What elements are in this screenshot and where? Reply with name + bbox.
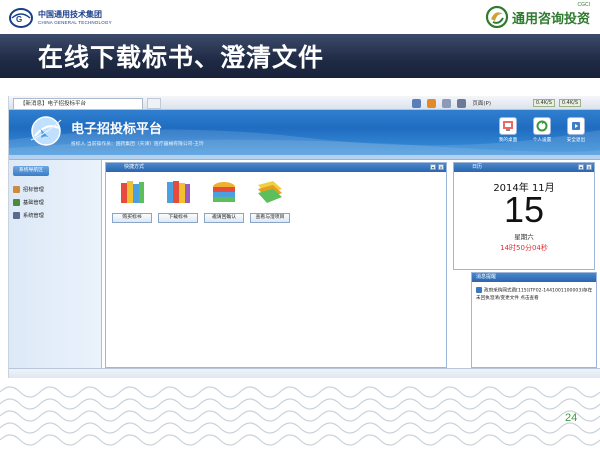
- quick-download-tender[interactable]: 下载标书: [158, 179, 198, 223]
- calendar-title: 日历: [454, 163, 594, 172]
- browser-tools: 页面(P): [412, 97, 491, 109]
- quick-item-label: 下载标书: [158, 213, 198, 223]
- safe-exit-button[interactable]: 安全退出: [563, 117, 589, 149]
- company-logo-left: G 中国通用技术集团 CHINA GENERAL TECHNOLOGY: [8, 6, 112, 30]
- mail-icon[interactable]: [442, 98, 452, 108]
- panel-close-icon[interactable]: ×: [586, 164, 592, 170]
- slide-title-bar: 在线下载标书、澄清文件: [0, 34, 600, 78]
- logo-cn-text: 中国通用技术集团: [38, 9, 102, 19]
- app-header: 电子招投标平台 投标人 当前操作员：国药集团（天津）医疗器械有限公司-王玲 我的…: [9, 110, 600, 155]
- quick-view-clarify[interactable]: 查看与澄项目: [250, 179, 290, 223]
- new-tab-button[interactable]: [147, 98, 161, 109]
- globe-icon: [30, 116, 62, 146]
- quick-item-label: 购买标书: [112, 213, 152, 223]
- people-icon: [13, 186, 20, 193]
- navigation-sidebar: 系统导航区 招标管理 基础管理 系统管理: [9, 160, 102, 378]
- panel-collapse-icon[interactable]: ▾: [578, 164, 584, 170]
- safe-exit-label: 安全退出: [566, 138, 586, 143]
- svg-text:G: G: [16, 15, 22, 24]
- quick-invite-confirm[interactable]: 邀请回确认: [204, 179, 244, 223]
- puzzle-icon: [13, 199, 20, 206]
- speed-down: 0.4K/S: [532, 99, 555, 107]
- logo-right-small: CGCI: [577, 2, 591, 8]
- books-icon: [167, 181, 190, 203]
- books-icon: [121, 181, 144, 203]
- slide: G 中国通用技术集团 CHINA GENERAL TECHNOLOGY 通用咨询…: [0, 0, 600, 450]
- page-number: 24: [565, 412, 578, 424]
- logo-en-text: CHINA GENERAL TECHNOLOGY: [38, 19, 112, 25]
- personal-settings-label: 个人设置: [532, 138, 552, 143]
- globe-logo-icon: G: [9, 8, 33, 28]
- feed-icon[interactable]: [427, 98, 437, 108]
- panel-controls: ▾ ×: [578, 164, 592, 170]
- sidebar-heading: 系统导航区: [13, 166, 49, 176]
- recycle-settings-icon: [533, 117, 551, 135]
- my-desktop-button[interactable]: 我的桌面: [495, 117, 521, 149]
- sidebar-item-system[interactable]: 系统管理: [13, 210, 97, 221]
- calendar-day: 15: [503, 189, 545, 230]
- calendar-time: 14时50分04秒: [500, 244, 548, 252]
- sidebar-item-bidding[interactable]: 招标管理: [13, 184, 97, 195]
- personal-settings-button[interactable]: 个人设置: [529, 117, 555, 149]
- sidebar-item-label: 招标管理: [23, 187, 44, 193]
- print-icon[interactable]: [457, 98, 467, 108]
- message-item[interactable]: 政府采购网式费[115](TF02-1441001100003)存在未回执澄清/…: [476, 287, 594, 302]
- browser-toolbar: 【新消息】电子招投标平台 页面(P) 0.4K/S 0.4K/S: [9, 96, 600, 110]
- sidebar-item-label: 基础管理: [23, 200, 44, 206]
- panel-collapse-icon[interactable]: ▾: [430, 164, 436, 170]
- gear-icon: [13, 212, 20, 219]
- quick-access-title: 快捷方式: [106, 163, 446, 172]
- bottom-status-strip: [9, 368, 600, 378]
- quick-item-label: 查看与澄项目: [250, 213, 290, 223]
- my-desktop-label: 我的桌面: [498, 138, 518, 143]
- message-text: 政府采购网式费[115](TF02-1441001100003)存在未回执澄清/…: [476, 288, 593, 301]
- home-icon[interactable]: [412, 98, 422, 108]
- browser-tab[interactable]: 【新消息】电子招投标平台: [13, 98, 143, 109]
- calendar-panel: 日历 ▾ × 2014年 11月 15 星期六 14时50分04秒: [453, 162, 595, 270]
- page-menu[interactable]: 页面(P): [472, 99, 491, 107]
- exit-icon: [567, 117, 585, 135]
- speed-up: 0.4K/S: [558, 99, 581, 107]
- app-operator-info: 投标人 当前操作员：国药集团（天津）医疗器械有限公司-王玲: [71, 142, 204, 147]
- swirl-logo-icon: [485, 5, 509, 29]
- sidebar-item-label: 系统管理: [23, 213, 44, 219]
- app-title: 电子招投标平台: [71, 122, 163, 137]
- messages-panel: 消息提醒 政府采购网式费[115](TF02-1441001100003)存在未…: [471, 272, 597, 368]
- logo-right-text: 通用咨询投资: [511, 11, 590, 27]
- quick-access-panel: 快捷方式 ▾ × 购买标书 下载标书 邀请回确认 查看与澄项目: [105, 162, 447, 368]
- slide-title: 在线下载标书、澄清文件: [38, 43, 325, 72]
- stacked-folders-icon: [213, 182, 235, 202]
- company-logo-right: 通用咨询投资 CGCI: [485, 2, 591, 30]
- quick-item-label: 邀请回确认: [204, 213, 244, 223]
- browser-screenshot: 【新消息】电子招投标平台 页面(P) 0.4K/S 0.4K/S 电子招投标平台…: [8, 96, 600, 378]
- panel-close-icon[interactable]: ×: [438, 164, 444, 170]
- messages-title: 消息提醒: [472, 273, 596, 282]
- documents-icon: [258, 181, 282, 203]
- quick-buy-tender[interactable]: 购买标书: [112, 179, 152, 223]
- wave-decoration: [0, 386, 600, 446]
- speed-indicator: 0.4K/S 0.4K/S: [532, 99, 581, 107]
- desktop-icon: [499, 117, 517, 135]
- panel-controls: ▾ ×: [430, 164, 444, 170]
- calendar-weekday: 星期六: [514, 233, 534, 241]
- sidebar-item-basic[interactable]: 基础管理: [13, 197, 97, 208]
- message-icon: [476, 287, 482, 293]
